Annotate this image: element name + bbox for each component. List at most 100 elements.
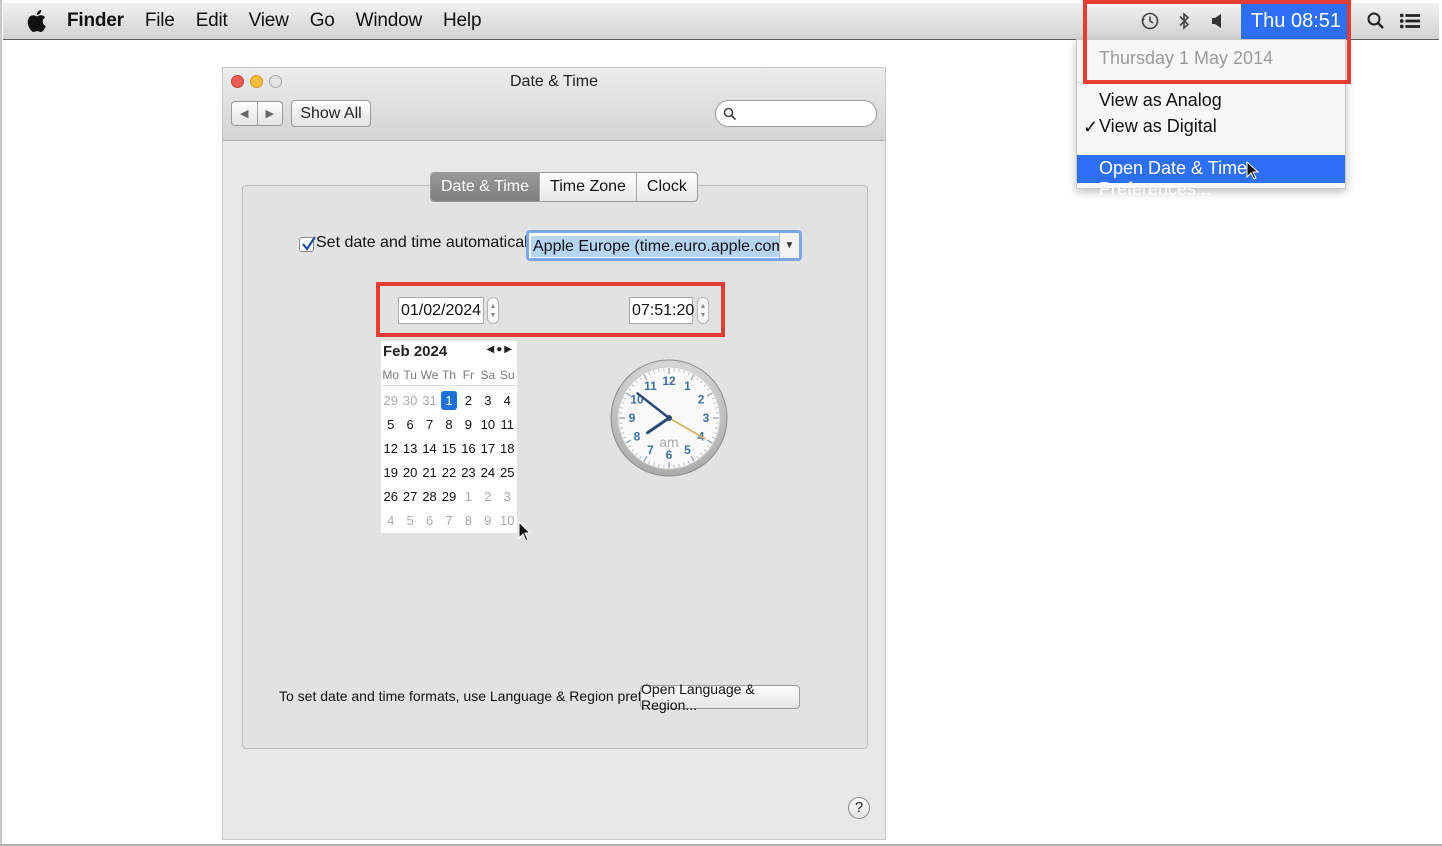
weekday-label: Tu: [403, 368, 417, 382]
calendar-day[interactable]: 21: [420, 461, 439, 485]
analog-clock: 121234567891011 am: [610, 359, 728, 477]
calendar-day[interactable]: 8: [439, 413, 458, 437]
calendar: Feb 2024 ◀●▶ Mo Tu We Th Fr Sa Su 29 30 31…: [381, 341, 517, 533]
checkmark-icon: [302, 236, 316, 251]
calendar-day[interactable]: 1: [439, 389, 458, 413]
calendar-day[interactable]: 9: [478, 509, 497, 533]
clock-number: 5: [684, 443, 691, 457]
calendar-day[interactable]: 27: [400, 485, 419, 509]
menu-finder[interactable]: Finder: [67, 10, 124, 32]
calendar-day[interactable]: 4: [381, 509, 400, 533]
calendar-day[interactable]: 23: [459, 461, 478, 485]
clock-number: 11: [644, 379, 657, 393]
notification-center-icon[interactable]: [1399, 10, 1421, 32]
clock-number: 9: [629, 411, 636, 425]
back-forward-control: ◀ ▶: [231, 101, 283, 126]
menu-edit[interactable]: Edit: [196, 10, 228, 32]
calendar-day[interactable]: 10: [498, 509, 517, 533]
calendar-day[interactable]: 30: [400, 389, 419, 413]
calendar-day[interactable]: 3: [498, 485, 517, 509]
help-button[interactable]: ?: [848, 797, 870, 819]
calendar-day[interactable]: 22: [439, 461, 458, 485]
calendar-day[interactable]: 16: [459, 437, 478, 461]
weekday-label: Sa: [480, 368, 496, 382]
search-input[interactable]: [715, 100, 877, 127]
tab-date-time[interactable]: Date & Time: [431, 173, 540, 201]
menu-view[interactable]: View: [249, 10, 289, 32]
prev-month-icon[interactable]: ◀: [487, 344, 497, 355]
calendar-day[interactable]: 28: [420, 485, 439, 509]
spotlight-search-icon[interactable]: [1365, 10, 1387, 32]
calendar-day[interactable]: 15: [439, 437, 458, 461]
date-time-window: Date & Time ◀ ▶ Show All Date & Time Tim…: [222, 67, 886, 840]
set-automatically-checkbox[interactable]: [299, 236, 316, 252]
clock-number: 6: [666, 448, 673, 462]
calendar-day[interactable]: 7: [439, 509, 458, 533]
clock-number: 3: [703, 411, 710, 425]
calendar-day[interactable]: 6: [420, 509, 439, 533]
menu-help[interactable]: Help: [443, 10, 481, 32]
menu-file[interactable]: File: [145, 10, 175, 32]
calendar-day[interactable]: 12: [381, 437, 400, 461]
calendar-day[interactable]: 8: [459, 509, 478, 533]
calendar-day[interactable]: 9: [459, 413, 478, 437]
tab-bar: Date & Time Time Zone Clock: [430, 172, 698, 202]
dropdown-arrow-icon[interactable]: ▼: [779, 233, 799, 258]
next-month-icon[interactable]: ▶: [504, 344, 514, 355]
calendar-day[interactable]: 11: [498, 413, 517, 437]
apple-icon[interactable]: [25, 8, 51, 34]
calendar-day[interactable]: 17: [478, 437, 497, 461]
calendar-day[interactable]: 3: [478, 389, 497, 413]
calendar-day[interactable]: 2: [478, 485, 497, 509]
back-arrow-icon[interactable]: ◀: [232, 102, 258, 125]
calendar-day[interactable]: 5: [400, 509, 419, 533]
calendar-day[interactable]: 2: [459, 389, 478, 413]
menu-window[interactable]: Window: [356, 10, 423, 32]
time-server-combobox[interactable]: Apple Europe (time.euro.apple.com.) ▼: [526, 230, 802, 261]
time-server-value: Apple Europe (time.euro.apple.com.): [531, 236, 797, 257]
content-panel: [242, 185, 868, 749]
formats-hint-text: To set date and time formats, use Langua…: [279, 688, 696, 704]
view-as-analog-item[interactable]: View as Analog: [1099, 90, 1222, 111]
calendar-day[interactable]: 13: [400, 437, 419, 461]
calendar-month-label: Feb 2024: [383, 343, 448, 360]
calendar-day[interactable]: 4: [498, 389, 517, 413]
calendar-day[interactable]: 10: [478, 413, 497, 437]
calendar-day[interactable]: 19: [381, 461, 400, 485]
open-date-time-preferences-label: Open Date & Time Preferences...: [1099, 158, 1248, 199]
selected-day-label: 1: [441, 391, 457, 410]
clock-number: 8: [634, 430, 641, 444]
calendar-day[interactable]: 18: [498, 437, 517, 461]
calendar-day[interactable]: 1: [459, 485, 478, 509]
view-as-digital-item[interactable]: View as Digital: [1099, 116, 1217, 137]
open-language-region-button[interactable]: Open Language & Region...: [640, 681, 800, 713]
checkmark-icon: ✓: [1083, 117, 1099, 137]
forward-arrow-icon[interactable]: ▶: [258, 102, 283, 125]
tab-time-zone[interactable]: Time Zone: [539, 173, 636, 201]
clock-number: 2: [698, 393, 705, 407]
calendar-day[interactable]: 29: [381, 389, 400, 413]
calendar-day[interactable]: 29: [439, 485, 458, 509]
calendar-day[interactable]: 31: [420, 389, 439, 413]
calendar-day[interactable]: 7: [420, 413, 439, 437]
calendar-day[interactable]: 25: [498, 461, 517, 485]
window-title: Date & Time: [509, 73, 599, 90]
clock-center-pin: [666, 415, 672, 421]
calendar-day[interactable]: 26: [381, 485, 400, 509]
open-date-time-preferences-item[interactable]: Open Date & Time Preferences...: [1077, 155, 1345, 199]
calendar-day[interactable]: 6: [400, 413, 419, 437]
calendar-day[interactable]: 24: [478, 461, 497, 485]
calendar-day[interactable]: 20: [400, 461, 419, 485]
tab-clock[interactable]: Clock: [635, 173, 697, 201]
window-titlebar: Date & Time ◀ ▶ Show All: [223, 68, 885, 141]
calendar-day[interactable]: 14: [420, 437, 439, 461]
calendar-day[interactable]: 5: [381, 413, 400, 437]
clock-number: 1: [684, 379, 691, 393]
show-all-button[interactable]: Show All: [291, 100, 371, 127]
search-icon: [723, 107, 737, 121]
menu-go[interactable]: Go: [310, 10, 335, 32]
annotation-box-menubar-clock: [1083, 0, 1351, 84]
weekday-label: Th: [441, 368, 456, 382]
set-automatically-label: Set date and time automatically:: [316, 234, 544, 251]
calendar-weekday-header: Mo Tu We Th Fr Sa Su: [381, 368, 517, 386]
